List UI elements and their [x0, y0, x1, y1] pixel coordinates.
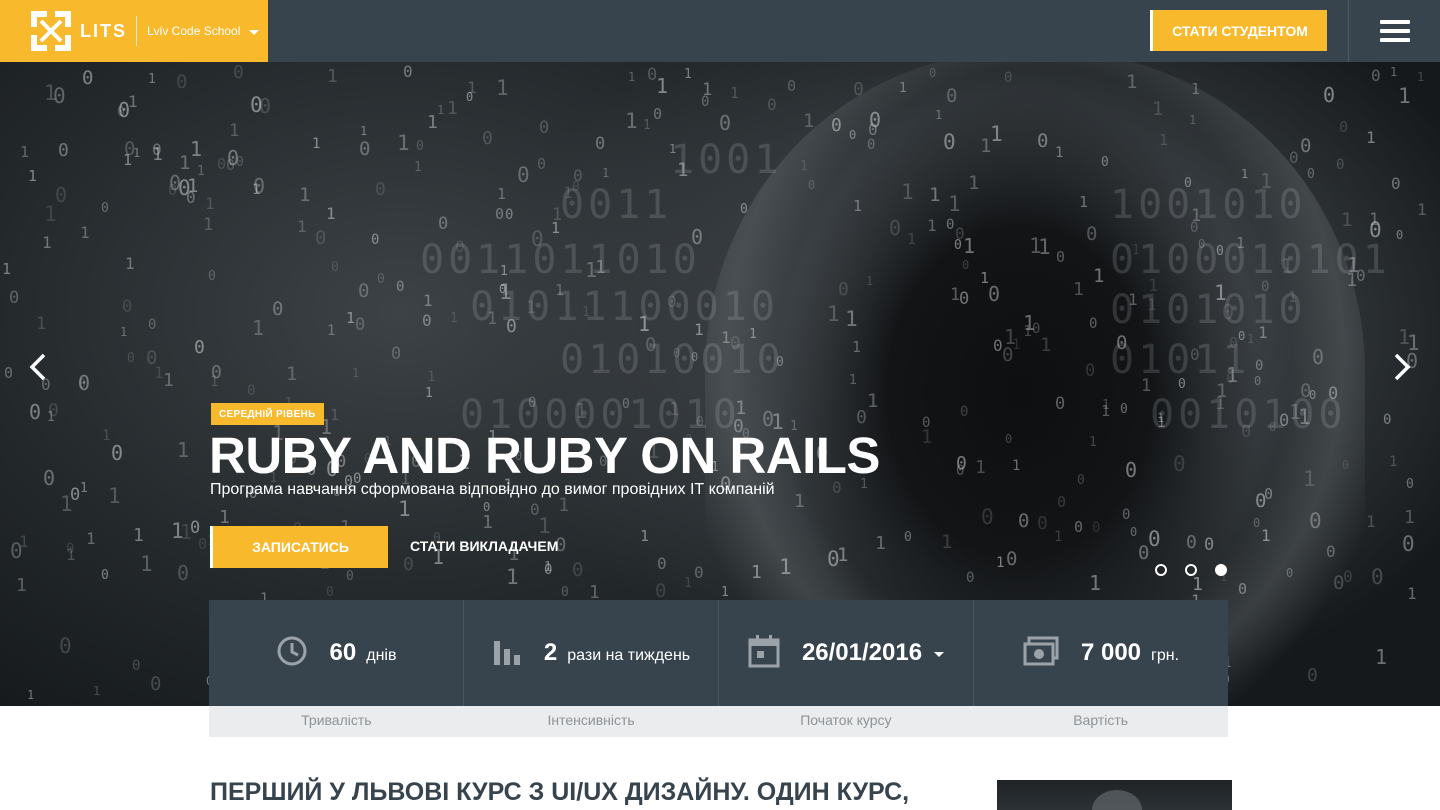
brand-school-selector[interactable]: LITS Lviv Code School	[0, 0, 268, 62]
slider-prev-arrow-icon[interactable]	[26, 352, 52, 382]
money-icon	[1023, 636, 1059, 671]
course-info-labels: Тривалість Інтенсивність Початок курсу В…	[209, 706, 1228, 737]
hamburger-icon[interactable]	[1380, 20, 1410, 42]
start-date-label: Початок курсу	[800, 712, 892, 728]
price-label: Вартість	[1073, 712, 1129, 728]
slider-dot-1[interactable]	[1155, 564, 1167, 576]
brand-divider	[136, 16, 137, 46]
enroll-button[interactable]: ЗАПИСАТИСЬ	[210, 526, 388, 568]
duration-value: 60	[329, 639, 357, 666]
intensity-unit: рази на тиждень	[567, 647, 691, 664]
slider-pagination	[1155, 564, 1227, 576]
slider-next-arrow-icon[interactable]	[1388, 352, 1414, 382]
duration-unit: днів	[366, 647, 397, 664]
chevron-down-icon[interactable]	[934, 651, 945, 657]
course-subtitle: Програма навчання сформована відповідно …	[210, 481, 775, 498]
info-duration: 60 днів	[209, 600, 464, 706]
course-title: RUBY AND RUBY ON RAILS	[209, 427, 880, 484]
chevron-down-icon	[249, 29, 260, 35]
price-unit: грн.	[1151, 647, 1180, 664]
clock-icon	[276, 635, 308, 672]
slider-dot-2[interactable]	[1185, 564, 1197, 576]
menu-divider	[1348, 0, 1349, 62]
course-info-bar: 60 днів 2 рази на тиждень 26/01/2016 7 0…	[209, 600, 1228, 706]
info-price: 7 000 грн.	[974, 600, 1228, 706]
become-student-button[interactable]: СТАТИ СТУДЕНТОМ	[1150, 10, 1327, 51]
info-intensity: 2 рази на тиждень	[464, 600, 719, 706]
info-start-date[interactable]: 26/01/2016	[719, 600, 974, 706]
teacher-photo	[997, 780, 1232, 810]
become-teacher-link[interactable]: СТАТИ ВИКЛАДАЧЕМ	[410, 538, 558, 554]
slider-dot-3-active[interactable]	[1215, 564, 1227, 576]
logo-wordmark: LITS	[80, 20, 127, 41]
lits-logo-icon	[29, 9, 73, 53]
intensity-label: Інтенсивність	[547, 712, 635, 728]
calendar-icon	[748, 634, 780, 673]
start-date-value: 26/01/2016	[801, 639, 923, 666]
bar-chart-icon	[492, 635, 522, 672]
duration-label: Тривалість	[301, 712, 372, 728]
article-heading: ПЕРШИЙ У ЛЬВОВІ КУРС З UI/UX ДИЗАЙНУ. ОД…	[210, 778, 910, 810]
top-navigation-bar: LITS Lviv Code School СТАТИ СТУДЕНТОМ	[0, 0, 1440, 62]
course-level-badge: СЕРЕДНІЙ РІВЕНЬ	[211, 403, 324, 425]
school-name-label: Lviv Code School	[147, 24, 241, 38]
price-value: 7 000	[1080, 639, 1142, 666]
intensity-value: 2	[543, 639, 558, 666]
